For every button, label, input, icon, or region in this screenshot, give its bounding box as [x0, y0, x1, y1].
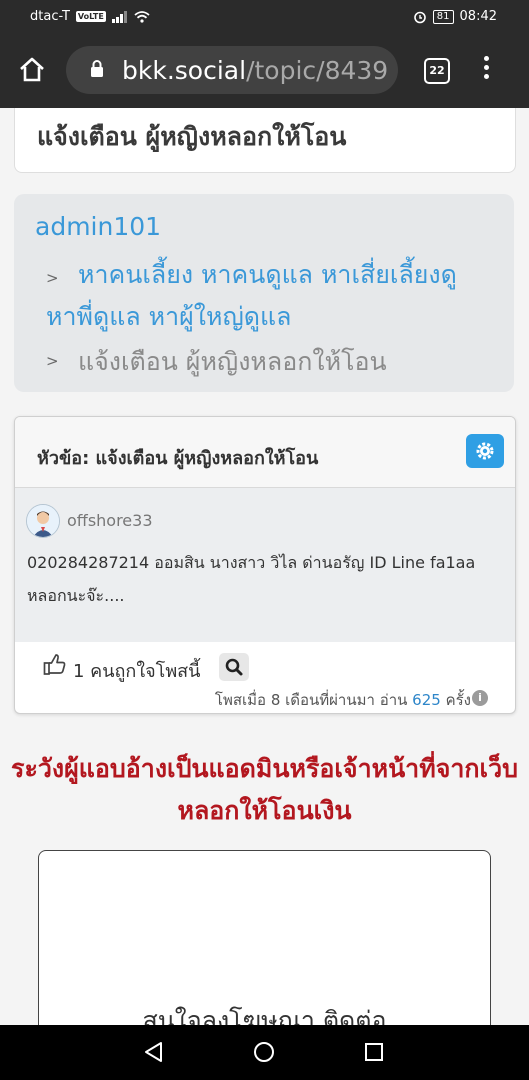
wifi-icon [134, 10, 150, 23]
breadcrumb-current: แจ้งเตือน ผู้หญิงหลอกให้โอน [78, 347, 387, 376]
breadcrumb-arrow: > [46, 352, 59, 370]
breadcrumb-category-link[interactable]: หาคนเลี้ยง หาคนดูแล หาเสี่ยเลี้ยงดู หาพี… [46, 254, 491, 338]
menu-icon[interactable] [484, 56, 492, 83]
tabs-icon[interactable]: 22 [424, 58, 450, 84]
ad-box[interactable]: สนใจลงโฆษณา ติดต่อ [38, 850, 491, 1025]
info-icon[interactable]: i [472, 690, 488, 706]
battery-indicator: 81 [432, 9, 454, 24]
url-path: /topic/8439 [246, 56, 389, 85]
post-body: 020284287214 ออมสิน นางสาว วิไล ด่านอรัญ… [27, 553, 476, 605]
post-author[interactable]: offshore33 [67, 511, 153, 530]
carrier-label: dtac-T [30, 9, 70, 24]
topic-header: หัวข้อ: แจ้งเตือน ผู้หญิงหลอกให้โอน [15, 417, 515, 488]
clock: 08:42 [459, 9, 497, 24]
breadcrumb-user-link[interactable]: admin101 [35, 212, 161, 241]
view-count: 625 [412, 691, 441, 709]
back-icon[interactable] [143, 1041, 165, 1063]
system-nav-bar [0, 1025, 529, 1080]
post-date: โพสเมื่อ 8 เดือนที่ผ่านมา อ่าน [214, 691, 408, 709]
post-meta: โพสเมื่อ 8 เดือนที่ผ่านมา อ่าน 625 ครั้ง [215, 688, 471, 712]
ad-contact-text: สนใจลงโฆษณา ติดต่อ [142, 1006, 387, 1025]
browser-toolbar: bkk.social/topic/8439 22 [0, 34, 529, 108]
title-card: แจ้งเตือน ผู้หญิงหลอกให้โอน [14, 108, 516, 173]
view-unit: ครั้ง [445, 691, 471, 709]
address-bar[interactable]: bkk.social/topic/8439 [66, 46, 398, 94]
search-icon[interactable] [219, 653, 249, 681]
url-text: bkk.social/topic/8439 [122, 56, 388, 85]
scam-warning: ระวังผู้แอบอ้างเป็นแอดมินหรือเจ้าหน้าที่… [11, 754, 518, 825]
topic-card: หัวข้อ: แจ้งเตือน ผู้หญิงหลอกให้โอน offs… [14, 416, 516, 714]
post: offshore33 020284287214 ออมสิน นางสาว วิ… [15, 488, 515, 642]
status-bar: dtac-T VoLTE 81 08:42 [0, 0, 529, 34]
url-host: bkk.social [122, 56, 247, 85]
page-content: แจ้งเตือน ผู้หญิงหลอกให้โอน admin101 > ห… [0, 108, 529, 1025]
gear-icon[interactable] [466, 434, 504, 468]
alarm-icon [413, 11, 426, 23]
thumbs-up-icon[interactable] [43, 653, 67, 677]
home-nav-icon[interactable] [253, 1041, 275, 1063]
page-title: แจ้งเตือน ผู้หญิงหลอกให้โอน [37, 122, 347, 151]
lock-icon [91, 60, 103, 77]
signal-icon [111, 10, 127, 23]
breadcrumb: admin101 > หาคนเลี้ยง หาคนดูแล หาเสี่ยเล… [14, 194, 514, 392]
volte-badge: VoLTE [75, 11, 106, 22]
recents-icon[interactable] [364, 1042, 384, 1062]
home-icon[interactable] [18, 56, 46, 82]
avatar[interactable] [26, 504, 60, 538]
post-footer: 1 คนถูกใจโพสนี้ โพสเมื่อ 8 เดือนที่ผ่านม… [15, 643, 515, 713]
likes-count: 1 คนถูกใจโพสนี้ [73, 661, 201, 682]
topic-title: หัวข้อ: แจ้งเตือน ผู้หญิงหลอกให้โอน [37, 448, 319, 469]
